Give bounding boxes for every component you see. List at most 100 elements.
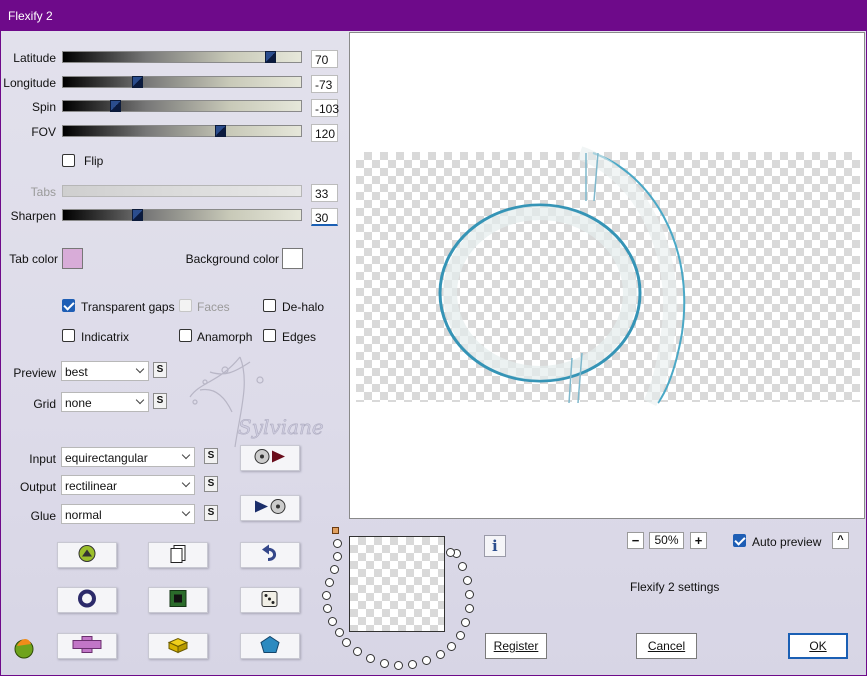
- anamorph-checkbox[interactable]: [179, 329, 192, 342]
- preview-select[interactable]: best: [61, 361, 149, 381]
- preview-s-button[interactable]: S: [153, 362, 167, 378]
- glue-select-value: normal: [65, 508, 102, 522]
- spin-slider-thumb[interactable]: [110, 100, 122, 112]
- navigator-dot[interactable]: [353, 647, 362, 656]
- indicatrix-label: Indicatrix: [81, 330, 130, 344]
- transparent-gaps-label: Transparent gaps: [81, 300, 175, 314]
- input-select-value: equirectangular: [65, 451, 148, 465]
- navigator-dot[interactable]: [456, 631, 465, 640]
- randomize-button[interactable]: [57, 542, 117, 568]
- ok-button[interactable]: OK: [788, 633, 848, 659]
- glue-select[interactable]: normal: [61, 504, 195, 524]
- fov-value[interactable]: 120: [311, 124, 338, 142]
- chevron-down-icon: [135, 364, 145, 374]
- glue-s-button[interactable]: S: [204, 505, 218, 521]
- spin-slider[interactable]: [62, 100, 302, 112]
- navigator-handle[interactable]: [332, 527, 339, 534]
- pentagon-icon: [260, 635, 280, 653]
- chevron-down-icon: [181, 478, 191, 488]
- zoom-in-button[interactable]: +: [690, 532, 707, 549]
- gear-bug-icon: [78, 545, 96, 562]
- input-select[interactable]: equirectangular: [61, 447, 195, 467]
- auto-preview-checkbox[interactable]: [733, 534, 746, 547]
- copy-button[interactable]: [148, 542, 208, 568]
- output-select[interactable]: rectilinear: [61, 475, 195, 495]
- cancel-button[interactable]: Cancel: [636, 633, 697, 659]
- load-output-button[interactable]: [240, 495, 300, 521]
- de-halo-checkbox[interactable]: [263, 299, 276, 312]
- tabs-slider: [62, 185, 302, 197]
- navigator-dot[interactable]: [394, 661, 403, 670]
- latitude-slider-thumb[interactable]: [265, 51, 277, 63]
- transparent-gaps-checkbox[interactable]: [62, 299, 75, 312]
- cross-button[interactable]: [57, 633, 117, 659]
- ring-icon: [78, 589, 96, 608]
- navigator-dot[interactable]: [335, 628, 344, 637]
- background-color-swatch[interactable]: [282, 248, 303, 269]
- flip-label: Flip: [84, 154, 104, 168]
- navigator-dot[interactable]: [342, 638, 351, 647]
- navigator-dot[interactable]: [447, 642, 456, 651]
- input-s-button[interactable]: S: [204, 448, 218, 464]
- navigator-dot[interactable]: [458, 562, 467, 571]
- brick-button[interactable]: [148, 633, 208, 659]
- longitude-label: Longitude: [3, 76, 56, 90]
- latitude-value[interactable]: 70: [311, 50, 338, 68]
- navigator-dot[interactable]: [446, 548, 455, 557]
- navigator-dot[interactable]: [461, 618, 470, 627]
- navigator-dot[interactable]: [408, 660, 417, 669]
- chip-button[interactable]: [148, 587, 208, 613]
- navigator-dot[interactable]: [436, 650, 445, 659]
- register-button[interactable]: Register: [485, 633, 547, 659]
- fov-slider[interactable]: [62, 125, 302, 137]
- navigator-dot[interactable]: [333, 539, 342, 548]
- brick-icon: [167, 637, 189, 654]
- background-color-label: Background color: [185, 252, 279, 266]
- navigator-dot[interactable]: [322, 591, 331, 600]
- load-input-button[interactable]: [240, 445, 300, 471]
- navigator-dot[interactable]: [330, 565, 339, 574]
- register-button-label: Register: [493, 639, 539, 653]
- chevron-down-icon: [181, 507, 191, 517]
- dice-button[interactable]: [240, 587, 300, 613]
- navigator-dot[interactable]: [422, 656, 431, 665]
- navigator-dot[interactable]: [328, 617, 337, 626]
- collapse-caret-button[interactable]: ^: [832, 532, 849, 549]
- pentagon-button[interactable]: [240, 633, 300, 659]
- tab-color-swatch[interactable]: [62, 248, 83, 269]
- preview-canvas[interactable]: [349, 32, 865, 519]
- ring-button[interactable]: [57, 587, 117, 613]
- grid-s-button[interactable]: S: [153, 393, 167, 409]
- info-button[interactable]: i: [484, 535, 506, 557]
- tab-color-label: Tab color: [9, 252, 58, 266]
- navigator-dot[interactable]: [333, 552, 342, 561]
- undo-button[interactable]: [240, 542, 300, 568]
- navigator-dot[interactable]: [463, 576, 472, 585]
- fov-slider-thumb[interactable]: [215, 125, 227, 137]
- edges-checkbox[interactable]: [263, 329, 276, 342]
- navigator-dot[interactable]: [323, 604, 332, 613]
- sharpen-value[interactable]: 30: [311, 208, 338, 226]
- grid-select[interactable]: none: [61, 392, 149, 412]
- zoom-out-button[interactable]: −: [627, 532, 644, 549]
- navigator-dot[interactable]: [465, 604, 474, 613]
- sharpen-slider[interactable]: [62, 209, 302, 221]
- indicatrix-checkbox[interactable]: [62, 329, 75, 342]
- zoom-level[interactable]: 50%: [649, 532, 684, 549]
- sharpen-slider-thumb[interactable]: [131, 209, 143, 221]
- navigator-dot[interactable]: [465, 590, 474, 599]
- navigator-dot[interactable]: [366, 654, 375, 663]
- output-s-button[interactable]: S: [204, 476, 218, 492]
- flip-checkbox[interactable]: [62, 154, 75, 167]
- preview-select-value: best: [65, 365, 88, 379]
- navigator-thumbnail[interactable]: [349, 536, 445, 632]
- navigator-dot[interactable]: [380, 659, 389, 668]
- navigator-dot[interactable]: [325, 578, 334, 587]
- longitude-slider[interactable]: [62, 76, 302, 88]
- spin-value[interactable]: -103: [311, 99, 339, 117]
- tabs-value[interactable]: 33: [311, 184, 338, 202]
- longitude-slider-thumb[interactable]: [131, 76, 143, 88]
- latitude-slider[interactable]: [62, 51, 302, 63]
- longitude-value[interactable]: -73: [311, 75, 338, 93]
- title-bar: Flexify 2: [0, 0, 867, 31]
